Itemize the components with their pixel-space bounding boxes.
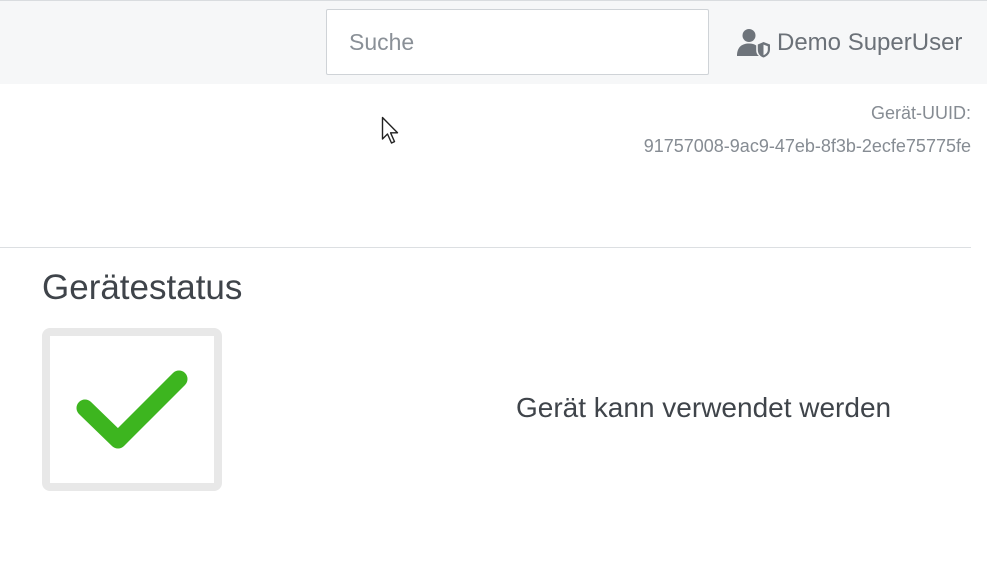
device-status-title: Gerätestatus	[42, 268, 243, 307]
user-menu[interactable]: Demo SuperUser	[737, 23, 962, 63]
device-uuid-label: Gerät-UUID:	[870, 103, 971, 123]
search-input[interactable]	[326, 9, 709, 75]
top-bar: Demo SuperUser	[0, 0, 987, 84]
status-message: Gerät kann verwendet werden	[516, 392, 892, 423]
section-divider	[0, 247, 971, 248]
user-shield-icon	[737, 29, 770, 58]
device-uuid-value: 91757008-9ac9-47eb-8f3b-2ecfe75775fe	[643, 136, 971, 156]
user-name: Demo SuperUser	[777, 29, 963, 56]
checkmark-icon	[76, 370, 188, 448]
mouse-cursor-icon	[381, 116, 399, 144]
status-indicator-box	[42, 328, 222, 491]
